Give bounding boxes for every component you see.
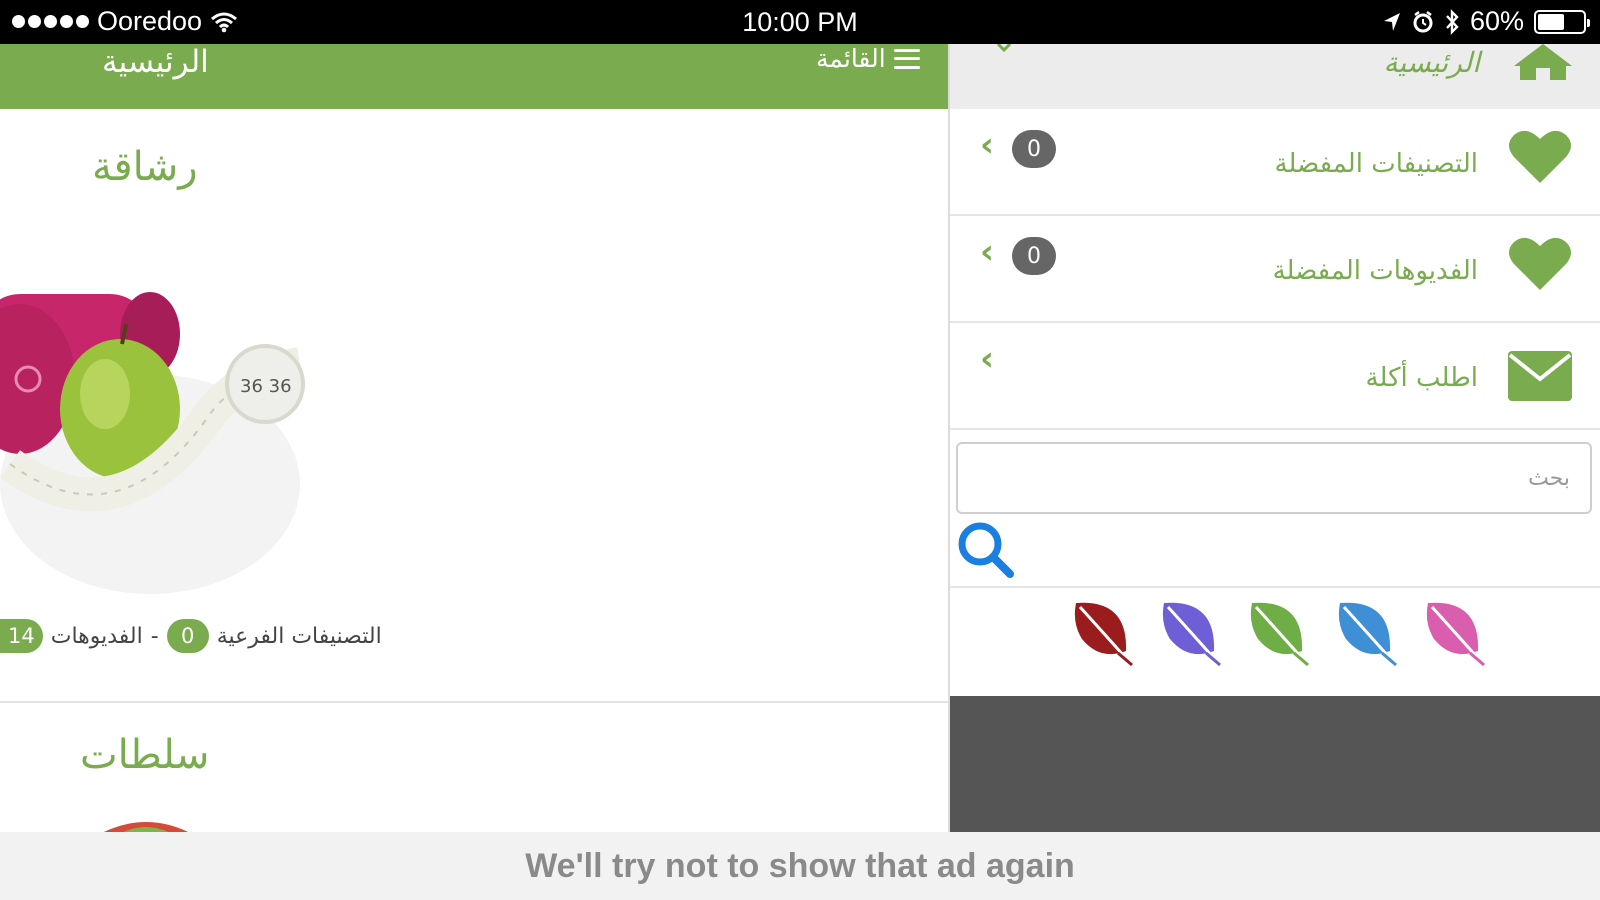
drawer-home-item[interactable]: الرئيسية <box>950 44 1600 109</box>
fitness-apple-image: 36 36 <box>0 292 305 594</box>
category-meta: 14 الفديوهات - 0 التصنيفات الفرعية <box>0 619 382 653</box>
purple-leaf-icon[interactable] <box>1158 599 1222 669</box>
dark-red-leaf-icon[interactable] <box>1070 599 1134 669</box>
alarm-icon <box>1413 10 1433 32</box>
top-header: الرئيسية القائمة <box>0 44 948 109</box>
location-arrow-icon <box>1383 12 1400 31</box>
heart-icon <box>1509 130 1571 183</box>
drawer-item-favorite-categories[interactable]: ‹ 0 التصنيفات المفضلة <box>950 109 1600 216</box>
category-image[interactable]: 36 36 <box>0 254 310 599</box>
ad-dismissed-message: We'll try not to show that ad again <box>525 846 1075 885</box>
favorite-videos-count: 0 <box>1012 237 1056 275</box>
chevron-left-icon: ‹ <box>980 339 995 379</box>
chevron-down-icon <box>996 44 1012 53</box>
drawer-item-label: التصنيفات المفضلة <box>1274 149 1478 179</box>
menu-label: القائمة <box>816 44 886 73</box>
category-title[interactable]: سلطات <box>80 732 209 778</box>
meta-separator: - <box>150 623 159 649</box>
search-icon[interactable] <box>956 520 1016 580</box>
status-right: 60% <box>1382 6 1590 37</box>
ad-dismissed-banner: We'll try not to show that ad again <box>0 832 1600 900</box>
drawer-divider <box>950 586 1600 588</box>
subcategories-label: التصنيفات الفرعية <box>216 623 382 649</box>
blue-leaf-icon[interactable] <box>1334 599 1398 669</box>
category-title[interactable]: رشاقة <box>92 144 198 190</box>
drawer-home-label: الرئيسية <box>1383 46 1480 79</box>
drawer-item-order-meal[interactable]: ‹ اطلب أكلة <box>950 323 1600 430</box>
drawer-footer <box>950 696 1600 832</box>
home-icon <box>1514 44 1572 80</box>
favorite-categories-count: 0 <box>1012 130 1056 168</box>
page-title: الرئيسية <box>102 44 209 80</box>
search-field[interactable] <box>956 442 1592 514</box>
battery-icon <box>1534 9 1590 34</box>
category-divider <box>0 701 948 703</box>
side-drawer: الرئيسية ‹ 0 التصنيفات المفضلة ‹ 0 الفدي… <box>948 44 1600 832</box>
menu-button[interactable]: القائمة <box>816 44 920 73</box>
drawer-item-label: الفديوهات المفضلة <box>1272 256 1478 286</box>
clock: 10:00 PM <box>742 7 858 37</box>
heart-icon <box>1509 237 1571 290</box>
theme-color-picker <box>1070 599 1490 669</box>
pink-leaf-icon[interactable] <box>1422 599 1486 669</box>
app-screen: Ooredoo 10:00 PM 60% الرئيسية القائمة رش… <box>0 0 1600 900</box>
battery-fill <box>1538 13 1564 30</box>
chevron-left-icon: ‹ <box>980 125 995 165</box>
search-input[interactable] <box>958 444 1590 512</box>
battery-percentage: 60% <box>1469 6 1524 36</box>
envelope-icon <box>1508 351 1572 401</box>
videos-count-badge: 14 <box>0 619 43 653</box>
drawer-item-favorite-videos[interactable]: ‹ 0 الفديوهات المفضلة <box>950 216 1600 323</box>
green-leaf-icon[interactable] <box>1246 599 1310 669</box>
chevron-left-icon: ‹ <box>980 232 995 272</box>
main-panel: الرئيسية القائمة رشاقة 36 36 14 الفديوها… <box>0 44 948 832</box>
salad-image-peek[interactable] <box>96 816 196 832</box>
bluetooth-icon <box>1446 8 1459 35</box>
svg-text:36 36: 36 36 <box>240 376 292 397</box>
status-bar: Ooredoo 10:00 PM 60% <box>0 0 1600 44</box>
drawer-item-label: اطلب أكلة <box>1365 363 1478 393</box>
subcategories-count-badge: 0 <box>166 619 209 653</box>
videos-label: الفديوهات <box>50 623 143 649</box>
hamburger-icon <box>893 48 920 69</box>
